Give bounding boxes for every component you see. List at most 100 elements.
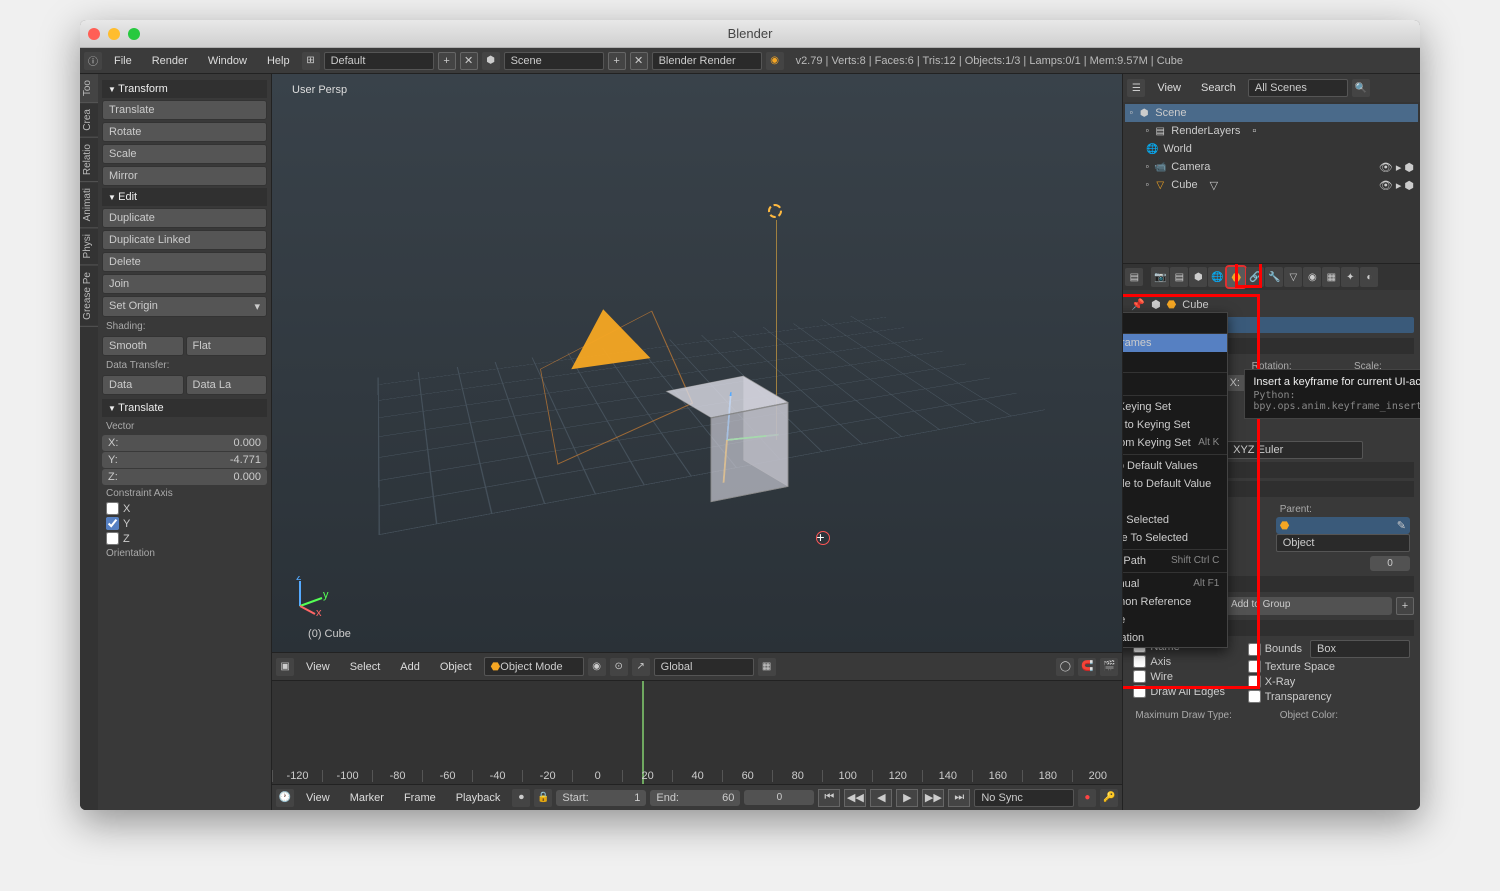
context-menu-item[interactable]: Add Single to Keying Set <box>1123 416 1227 434</box>
orientation-dropdown[interactable]: Global <box>654 658 754 676</box>
minimize-window-button[interactable] <box>108 28 120 40</box>
context-menu-item[interactable]: Edit Source <box>1123 611 1227 629</box>
layout-dropdown[interactable]: Default <box>324 52 434 70</box>
start-frame-field[interactable]: Start:1 <box>556 790 646 806</box>
scene-dropdown[interactable]: Scene <box>504 52 604 70</box>
proportional-icon[interactable]: ◯ <box>1056 658 1074 676</box>
tab-world[interactable]: 🌐 <box>1208 267 1226 287</box>
menu-file[interactable]: File <box>106 51 140 71</box>
outliner-tree[interactable]: ◦⬢Scene ◦▤RenderLayers▫ 🌐World ◦📹Camera👁… <box>1123 102 1420 263</box>
props-type-icon[interactable]: ▤ <box>1125 268 1143 286</box>
constraint-x-checkbox[interactable]: X <box>102 501 267 516</box>
context-menu-item[interactable]: ↶Reset All to Default Values <box>1123 457 1227 475</box>
menu-help[interactable]: Help <box>259 51 298 71</box>
pivot-icon[interactable]: ⊙ <box>610 658 628 676</box>
context-menu-item[interactable]: Remove from Keying SetAlt K <box>1123 434 1227 452</box>
timeline-cursor[interactable] <box>642 681 644 784</box>
end-frame-field[interactable]: End:60 <box>650 790 740 806</box>
render-preview-icon[interactable]: 🎬 <box>1100 658 1118 676</box>
layout-add-button[interactable]: + <box>438 52 456 70</box>
data-la-button[interactable]: Data La <box>186 375 268 395</box>
tree-scene[interactable]: ◦⬢Scene <box>1125 104 1418 122</box>
rotate-button[interactable]: Rotate <box>102 122 267 142</box>
outliner-view-menu[interactable]: View <box>1149 78 1189 98</box>
layout-remove-button[interactable]: ✕ <box>460 52 478 70</box>
autokey-icon[interactable]: ⏺ <box>512 789 530 807</box>
close-window-button[interactable] <box>88 28 100 40</box>
tab-texture[interactable]: ▦ <box>1322 267 1340 287</box>
wire-checkbox[interactable]: Wire <box>1129 669 1235 684</box>
engine-dropdown[interactable]: Blender Render <box>652 52 762 70</box>
tree-world[interactable]: 🌐World <box>1125 140 1418 158</box>
tab-tools[interactable]: Too <box>80 74 98 103</box>
tab-data[interactable]: ▽ <box>1284 267 1302 287</box>
info-icon[interactable]: ⓘ <box>84 52 102 70</box>
vp-object-menu[interactable]: Object <box>432 657 480 677</box>
vector-z-field[interactable]: Z:0.000 <box>102 469 267 485</box>
transparency-checkbox[interactable]: Transparency <box>1244 689 1414 704</box>
jump-end-button[interactable]: ⏭ <box>948 789 970 807</box>
draw-edges-checkbox[interactable]: Draw All Edges <box>1129 684 1235 699</box>
mode-dropdown[interactable]: ⬣ Object Mode <box>484 657 584 676</box>
context-menu-item[interactable]: 🔑Insert Keyframes <box>1123 334 1227 352</box>
tab-physics[interactable]: Physi <box>80 228 98 265</box>
scale-button[interactable]: Scale <box>102 144 267 164</box>
tab-physics[interactable]: ◐ <box>1360 267 1378 287</box>
search-icon[interactable]: 🔍 <box>1352 79 1370 97</box>
tab-grease[interactable]: Grease Pe <box>80 266 98 327</box>
vp-select-menu[interactable]: Select <box>342 657 389 677</box>
play-button[interactable]: ▶ <box>896 789 918 807</box>
keyframe-next-button[interactable]: ▶▶ <box>922 789 944 807</box>
translate-button[interactable]: Translate <box>102 100 267 120</box>
3d-viewport[interactable]: User Persp zyx (0) Cube <box>272 74 1122 652</box>
transform-section-header[interactable]: Transform <box>102 80 267 98</box>
scene-add-button[interactable]: + <box>608 52 626 70</box>
join-button[interactable]: Join <box>102 274 267 294</box>
set-origin-dropdown[interactable]: Set Origin▾ <box>102 296 267 317</box>
tree-renderlayers[interactable]: ◦▤RenderLayers▫ <box>1125 122 1418 140</box>
outliner-filter-dropdown[interactable]: All Scenes <box>1248 79 1348 97</box>
layers-icon[interactable]: ▦ <box>758 658 776 676</box>
tab-create[interactable]: Crea <box>80 103 98 138</box>
tab-object[interactable]: ⬣ <box>1227 267 1245 287</box>
snap-icon[interactable]: 🧲 <box>1078 658 1096 676</box>
smooth-button[interactable]: Smooth <box>102 336 184 356</box>
tab-scene[interactable]: ⬢ <box>1189 267 1207 287</box>
context-menu-item[interactable]: Edit Translation <box>1123 629 1227 647</box>
edit-section-header[interactable]: Edit <box>102 188 267 206</box>
bounds-checkbox[interactable]: BoundsBox <box>1244 639 1414 659</box>
texspace-checkbox[interactable]: Texture Space <box>1244 659 1414 674</box>
timeline-canvas[interactable]: -120-100-80-60-40-2002040608010012014016… <box>272 681 1122 784</box>
add-group-plus-button[interactable]: + <box>1396 597 1414 615</box>
axis-checkbox[interactable]: Axis <box>1129 654 1235 669</box>
vector-x-field[interactable]: X:0.000 <box>102 435 267 451</box>
rotation-mode-dropdown[interactable]: XYZ Euler <box>1226 441 1363 459</box>
tab-render[interactable]: 📷 <box>1151 267 1169 287</box>
context-menu-item[interactable]: 🔑Add <box>1123 375 1227 393</box>
context-menu-item[interactable]: Insert <box>1123 352 1227 370</box>
parent-field[interactable]: ⬣✎ <box>1276 517 1410 534</box>
context-menu-item[interactable]: ✚Add All to Keying Set <box>1123 398 1227 416</box>
tab-constraints[interactable]: 🔗 <box>1246 267 1264 287</box>
outliner-search-menu[interactable]: Search <box>1193 78 1244 98</box>
manipulator-icon[interactable]: ↗ <box>632 658 650 676</box>
tab-animation[interactable]: Animati <box>80 182 98 228</box>
context-menu-item[interactable]: Online Python Reference <box>1123 593 1227 611</box>
data-button[interactable]: Data <box>102 375 184 395</box>
mirror-button[interactable]: Mirror <box>102 166 267 186</box>
play-reverse-button[interactable]: ◀ <box>870 789 892 807</box>
parent-type-dropdown[interactable]: Object <box>1276 534 1410 552</box>
keyframe-prev-button[interactable]: ◀◀ <box>844 789 866 807</box>
pin-icon[interactable]: 📌 <box>1131 298 1145 311</box>
tab-render-layers[interactable]: ▤ <box>1170 267 1188 287</box>
translate-section-header[interactable]: Translate <box>102 399 267 417</box>
tl-frame-menu[interactable]: Frame <box>396 788 444 808</box>
layout-icon[interactable]: ⊞ <box>302 52 320 70</box>
sync-dropdown[interactable]: No Sync <box>974 789 1074 807</box>
current-frame-field[interactable]: 0 <box>744 790 814 805</box>
context-menu-item[interactable]: Copy Data PathShift Ctrl C <box>1123 552 1227 570</box>
vector-y-field[interactable]: Y:-4.771 <box>102 452 267 468</box>
constraint-z-checkbox[interactable]: Z <box>102 531 267 546</box>
scene-icon[interactable]: ⬢ <box>482 52 500 70</box>
context-menu-item[interactable]: 📖Online ManualAlt F1 <box>1123 575 1227 593</box>
